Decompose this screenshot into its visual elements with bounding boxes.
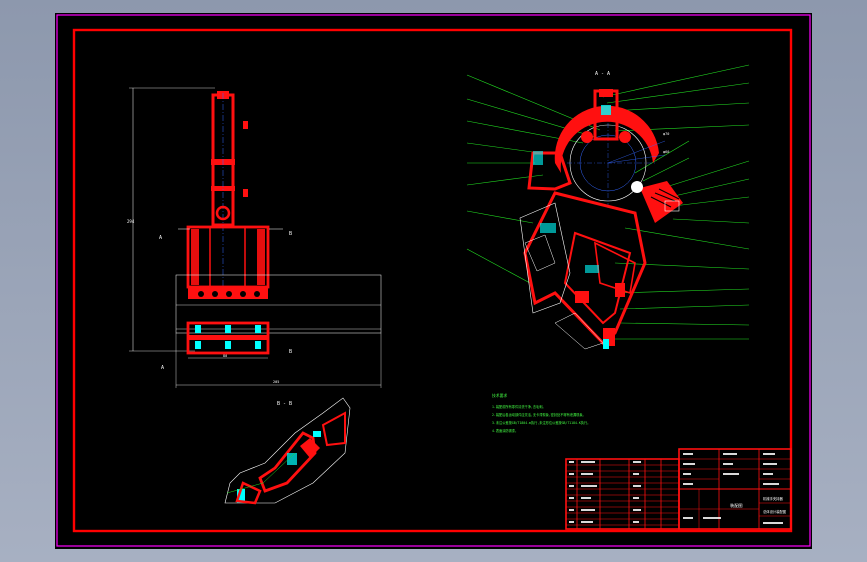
notes-line-4: 4.表面涂防锈漆。 (492, 428, 518, 433)
parts-list (565, 458, 680, 530)
cut-mark-b-top: B (289, 231, 292, 237)
section-a-a-view: A - A φ70 φ60 (466, 64, 750, 350)
title-line-2: 总体设计装配图 (763, 509, 787, 514)
notes-line-2: 2.装配后各运动部件应灵活,无卡滞现象,密封处不得有泄漏现象。 (492, 412, 586, 417)
svg-text:φ70: φ70 (663, 132, 669, 136)
notes-line-3: 3.未注公差按GB/T1804-m执行,未注形位公差按GB/T1184-K执行。 (492, 420, 590, 425)
title-block: 装配图 机械手夹持器 总体设计装配图 (678, 448, 792, 530)
svg-text:205: 205 (273, 380, 279, 384)
svg-text:80: 80 (223, 354, 227, 358)
drawing-name: 装配图 (730, 502, 743, 509)
section-a-a-label: A - A (595, 71, 610, 77)
sheet-border (56, 14, 811, 547)
title-line-1: 机械手夹持器 (763, 496, 783, 501)
cut-mark-a-bottom: A (161, 365, 164, 371)
notes-line-1: 1.装配前所有零件清洗干净,去毛刺。 (492, 404, 546, 409)
svg-text:φ60: φ60 (663, 150, 669, 154)
notes-heading: 技术要求 (492, 393, 507, 398)
cut-mark-b-bottom: B (289, 349, 292, 355)
front-view: 294 80 205 A B A B (127, 87, 382, 388)
drawing-canvas: 294 80 205 A B A B A - A φ70 φ60 B - B 技… (56, 14, 811, 547)
technical-notes: 技术要求 1.装配前所有零件清洗干净,去毛刺。 2.装配后各运动部件应灵活,无卡… (492, 393, 590, 433)
drawing-sheet[interactable]: 294 80 205 A B A B A - A φ70 φ60 B - B 技… (55, 13, 812, 549)
drawing-frame (72, 28, 793, 533)
section-b-b-label: B - B (277, 401, 292, 407)
cad-viewport[interactable]: 294 80 205 A B A B A - A φ70 φ60 B - B 技… (0, 0, 867, 562)
section-b-b-view: B - B (224, 397, 351, 505)
cut-mark-a-top: A (159, 235, 162, 241)
svg-text:294: 294 (127, 219, 135, 224)
